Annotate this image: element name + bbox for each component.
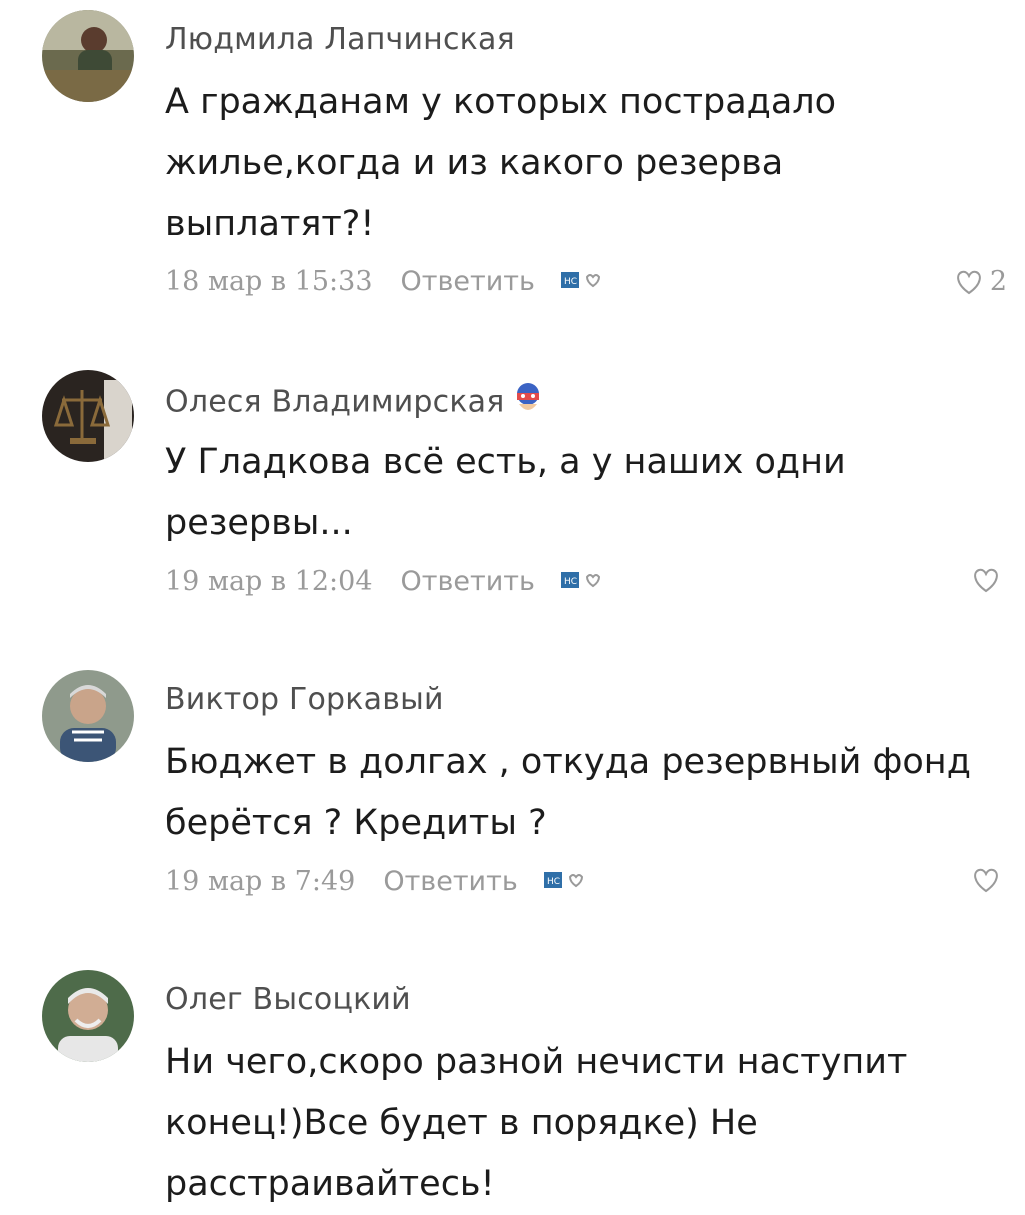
comment-author[interactable]: Виктор Горкавый [165,682,444,717]
reply-link[interactable]: Ответить [383,866,517,897]
author-name: Олеся Владимирская [165,384,505,420]
comment-text: Ни чего,скоро разной нечисти наступит ко… [165,1042,908,1204]
reaction-icon[interactable]: НС [560,567,605,598]
heart-icon [956,270,981,294]
heart-icon [974,868,998,893]
avatar[interactable] [42,670,134,762]
comment-timestamp: 19 мар в 12:04 [165,566,373,597]
reply-link[interactable]: Ответить [401,266,535,297]
avatar-image [42,970,134,1062]
svg-text:НС: НС [547,877,560,887]
reply-link[interactable]: Ответить [401,566,535,597]
avatar-image [42,370,134,462]
like-button[interactable]: 2 [954,266,1007,297]
comment-author[interactable]: Олег Высоцкий [165,982,411,1017]
like-button[interactable] [971,566,1007,594]
comment-text: Бюджет в долгах , откуда резервный фонд … [165,742,971,843]
like-button[interactable] [971,866,1007,894]
comment-timestamp: 18 мар в 15:33 [165,266,373,297]
avatar-image [42,10,134,102]
avatar[interactable] [42,370,134,462]
reaction-icon[interactable]: НС [543,867,588,898]
comment-author[interactable]: Олеся Владимирская [165,382,543,424]
comment-timestamp: 19 мар в 7:49 [165,866,356,897]
like-count: 2 [989,266,1007,297]
avatar[interactable] [42,970,134,1062]
comment-text: А гражданам у которых пострадало жилье,к… [165,82,837,244]
heart-icon [974,568,998,593]
avatar[interactable] [42,10,134,102]
hero-mask-icon [513,382,543,424]
comment-meta: 19 мар в 7:49 Ответить НС [165,866,588,898]
comment-meta: 18 мар в 15:33 Ответить НС [165,266,605,298]
comment-meta: 19 мар в 12:04 Ответить НС [165,566,605,598]
reaction-icon[interactable]: НС [560,267,605,298]
svg-text:НС: НС [564,577,577,587]
svg-text:НС: НС [564,277,577,287]
avatar-image [42,670,134,762]
comment-text: У Гладкова всё есть, а у наших одни резе… [165,442,846,543]
comment-author[interactable]: Людмила Лапчинская [165,22,515,57]
